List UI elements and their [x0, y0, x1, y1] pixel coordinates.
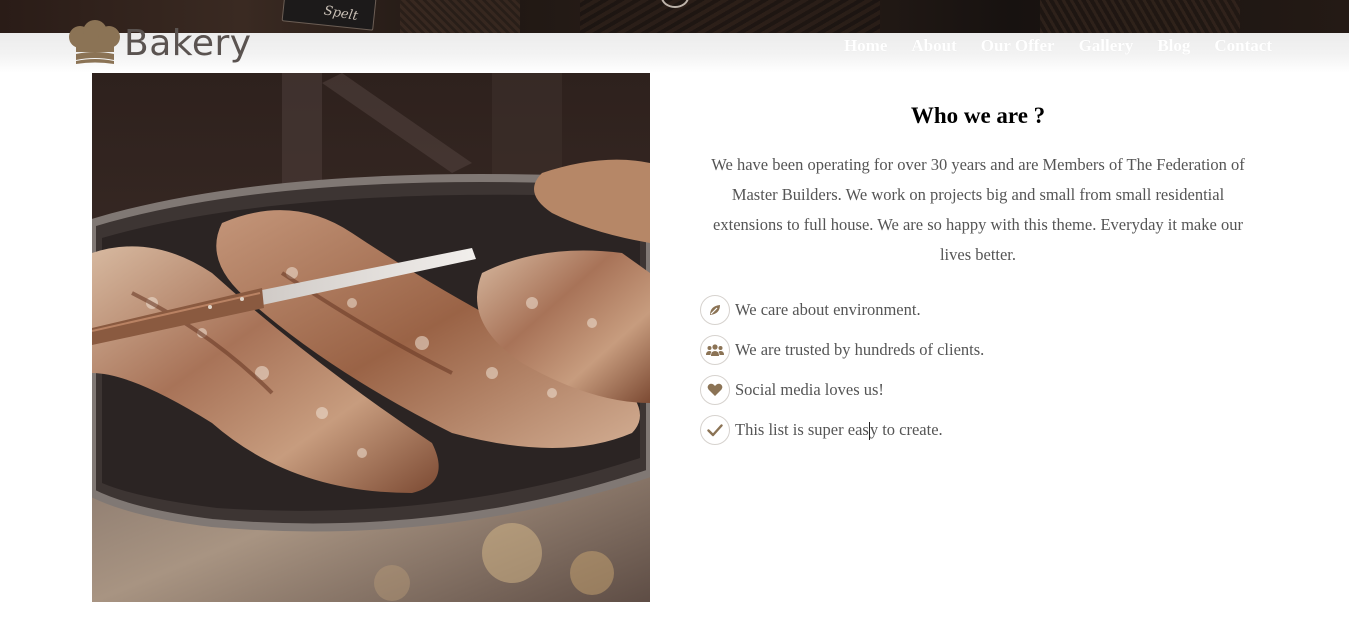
feature-text: Social media loves us! — [735, 380, 884, 399]
leaf-icon — [700, 295, 730, 325]
users-icon — [700, 335, 730, 365]
about-body: We have been operating for over 30 years… — [711, 155, 1245, 264]
nav-item-gallery[interactable]: Gallery — [1079, 36, 1134, 56]
nav-item-our-offer[interactable]: Our Offer — [981, 36, 1055, 56]
list-item: Social media loves us! — [700, 370, 1256, 410]
hero-basket-right — [1040, 0, 1240, 33]
feature-text: This list is super easy to create. — [735, 419, 943, 441]
about-section: Who we are ? We have been operating for … — [700, 100, 1256, 450]
hero-bread-basket — [580, 0, 880, 33]
list-item: This list is super easy to create. — [700, 410, 1256, 450]
chef-hat-icon — [69, 20, 120, 64]
list-item: We care about environment. — [700, 290, 1256, 330]
heart-icon — [700, 375, 730, 405]
bread-illustration — [92, 73, 650, 602]
brand-logo[interactable]: Bakery — [66, 20, 256, 68]
brand-name: Bakery — [124, 23, 252, 64]
feature-list: We care about environment. We are truste… — [700, 290, 1256, 450]
bread-photo — [92, 73, 650, 602]
main-navigation: Home About Our Offer Gallery Blog Contac… — [820, 36, 1272, 56]
nav-item-contact[interactable]: Contact — [1214, 36, 1272, 56]
nav-item-about[interactable]: About — [911, 36, 956, 56]
hero-basket-texture — [400, 0, 520, 33]
feature-text-part: This list is super eas — [735, 419, 869, 439]
hero-spelt-sign: Spelt — [281, 0, 377, 31]
feature-text: We are trusted by hundreds of clients. — [735, 340, 985, 359]
about-title: Who we are ? — [910, 103, 1046, 128]
nav-item-blog[interactable]: Blog — [1157, 36, 1190, 56]
nav-item-home[interactable]: Home — [844, 36, 887, 56]
hero-sign-text: Spelt — [322, 3, 360, 25]
check-icon — [700, 415, 730, 445]
feature-text-part: y to create. — [869, 419, 943, 439]
feature-text: We care about environment. — [735, 300, 921, 319]
list-item: We are trusted by hundreds of clients. — [700, 330, 1256, 370]
